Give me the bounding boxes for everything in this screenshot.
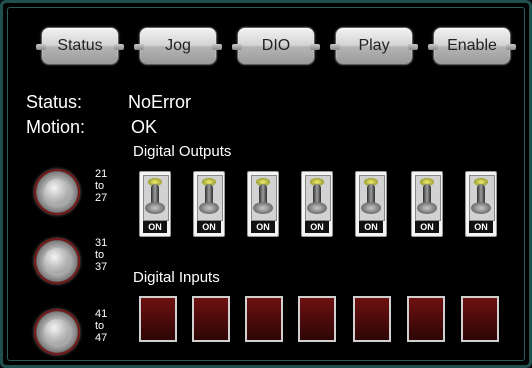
digital-input-indicator bbox=[407, 296, 445, 342]
digital-input-indicator bbox=[461, 296, 499, 342]
motion-label: Motion: bbox=[26, 117, 86, 137]
app-window: Status Jog DIO Play Enable Status: NoErr… bbox=[0, 0, 532, 368]
knob-range-label: 41 to 47 bbox=[95, 308, 107, 344]
switch-on-label: ON bbox=[251, 221, 275, 233]
knob-dial-icon[interactable] bbox=[34, 238, 80, 284]
status-value: NoError bbox=[128, 92, 192, 112]
switch-on-label: ON bbox=[359, 221, 383, 233]
status-label: Status: bbox=[26, 92, 83, 112]
switch-on-label: ON bbox=[469, 221, 493, 233]
knob-range-from: 41 bbox=[95, 308, 108, 320]
knob-range-to: 37 bbox=[95, 261, 108, 273]
digital-output-switch[interactable]: ON bbox=[411, 171, 443, 237]
toggle-nut-icon bbox=[417, 202, 437, 214]
switch-on-label: ON bbox=[305, 221, 329, 233]
digital-output-switch[interactable]: ON bbox=[301, 171, 333, 237]
knob-range-to: 27 bbox=[95, 192, 108, 204]
digital-output-switch[interactable]: ON bbox=[193, 171, 225, 237]
knob-range-from: 21 bbox=[95, 168, 108, 180]
digital-input-indicator bbox=[298, 296, 336, 342]
status-button[interactable]: Status bbox=[36, 27, 124, 65]
knob-range-label: 21 to 27 bbox=[95, 168, 107, 204]
knob-range-from: 31 bbox=[95, 237, 108, 249]
toggle-nut-icon bbox=[307, 202, 327, 214]
digital-inputs-title: Digital Inputs bbox=[133, 269, 220, 286]
knob-dial-icon[interactable] bbox=[34, 309, 80, 355]
digital-input-indicator bbox=[245, 296, 283, 342]
digital-input-indicator bbox=[353, 296, 391, 342]
jog-button[interactable]: Jog bbox=[134, 27, 222, 65]
digital-output-switch[interactable]: ON bbox=[139, 171, 171, 237]
switch-on-label: ON bbox=[143, 221, 167, 233]
motion-value: OK bbox=[131, 117, 158, 137]
switch-on-label: ON bbox=[197, 221, 221, 233]
toggle-nut-icon bbox=[361, 202, 381, 214]
digital-outputs-title: Digital Outputs bbox=[133, 143, 232, 160]
digital-output-switch[interactable]: ON bbox=[247, 171, 279, 237]
dio-button[interactable]: DIO bbox=[232, 27, 320, 65]
switch-on-label: ON bbox=[415, 221, 439, 233]
knob-range-to: 47 bbox=[95, 332, 108, 344]
knob-range-to-word: to bbox=[95, 249, 105, 261]
digital-output-switch[interactable]: ON bbox=[355, 171, 387, 237]
play-button[interactable]: Play bbox=[330, 27, 418, 65]
enable-button[interactable]: Enable bbox=[428, 27, 516, 65]
digital-input-indicator bbox=[192, 296, 230, 342]
knob-range-to-word: to bbox=[95, 180, 105, 192]
toggle-nut-icon bbox=[145, 202, 165, 214]
knob-range-label: 31 to 37 bbox=[95, 237, 107, 273]
toggle-nut-icon bbox=[471, 202, 491, 214]
digital-output-switch[interactable]: ON bbox=[465, 171, 497, 237]
digital-input-indicator bbox=[139, 296, 177, 342]
toggle-nut-icon bbox=[253, 202, 273, 214]
knob-range-to-word: to bbox=[95, 320, 105, 332]
toggle-nut-icon bbox=[199, 202, 219, 214]
knob-dial-icon[interactable] bbox=[34, 169, 80, 215]
